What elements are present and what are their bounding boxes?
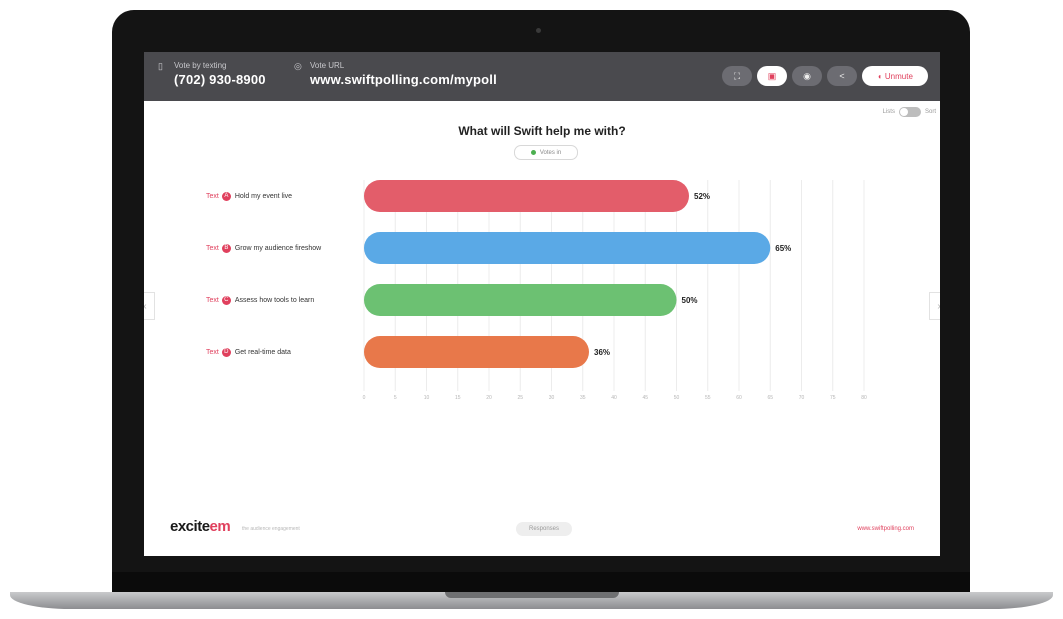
x-tick-label: 35 (580, 395, 586, 401)
screen: ▯ Vote by texting (702) 930-8900 ◎ Vote … (144, 52, 940, 556)
x-tick-label: 5 (394, 395, 397, 401)
x-tick-label: 40 (611, 395, 617, 401)
x-tick-label: 50 (674, 395, 680, 401)
x-tick-label: 25 (517, 395, 523, 401)
x-tick-label: 55 (705, 395, 711, 401)
responses-button[interactable]: Responses (516, 522, 572, 536)
camera (536, 28, 541, 33)
bar (364, 180, 689, 212)
value-label: 50% (682, 296, 698, 305)
brand-logo: exciteem (170, 518, 231, 535)
value-label: 36% (594, 348, 610, 357)
laptop-chin (112, 572, 970, 594)
chart-bars: 52% 65% 50% 36% (364, 180, 791, 368)
laptop-notch (445, 592, 619, 598)
chart-ticks: 0 5 10 15 20 25 30 35 40 45 50 55 60 65 70 75 80 (363, 395, 867, 401)
x-tick-label: 10 (424, 395, 430, 401)
value-label: 52% (694, 192, 710, 201)
x-tick-label: 30 (549, 395, 555, 401)
website-link[interactable]: www.swiftpolling.com (857, 526, 914, 532)
brand-tagline: the audience engagement (242, 526, 300, 532)
value-label: 65% (775, 244, 791, 253)
bar (364, 284, 677, 316)
bar (364, 336, 589, 368)
x-tick-label: 75 (830, 395, 836, 401)
next-arrow-icon[interactable]: › (929, 292, 940, 320)
x-tick-label: 70 (799, 395, 805, 401)
bar (364, 232, 771, 264)
x-tick-label: 45 (642, 395, 648, 401)
x-tick-label: 15 (455, 395, 461, 401)
x-tick-label: 20 (486, 395, 492, 401)
prev-arrow-icon[interactable]: ‹ (144, 292, 155, 320)
x-tick-label: 80 (861, 395, 867, 401)
x-tick-label: 65 (767, 395, 773, 401)
x-tick-label: 60 (736, 395, 742, 401)
results-chart: 52% 65% 50% 36% 0 5 10 15 20 25 30 35 40 45 50 55 60 65 7… (363, 180, 867, 401)
x-tick-label: 0 (363, 395, 366, 401)
